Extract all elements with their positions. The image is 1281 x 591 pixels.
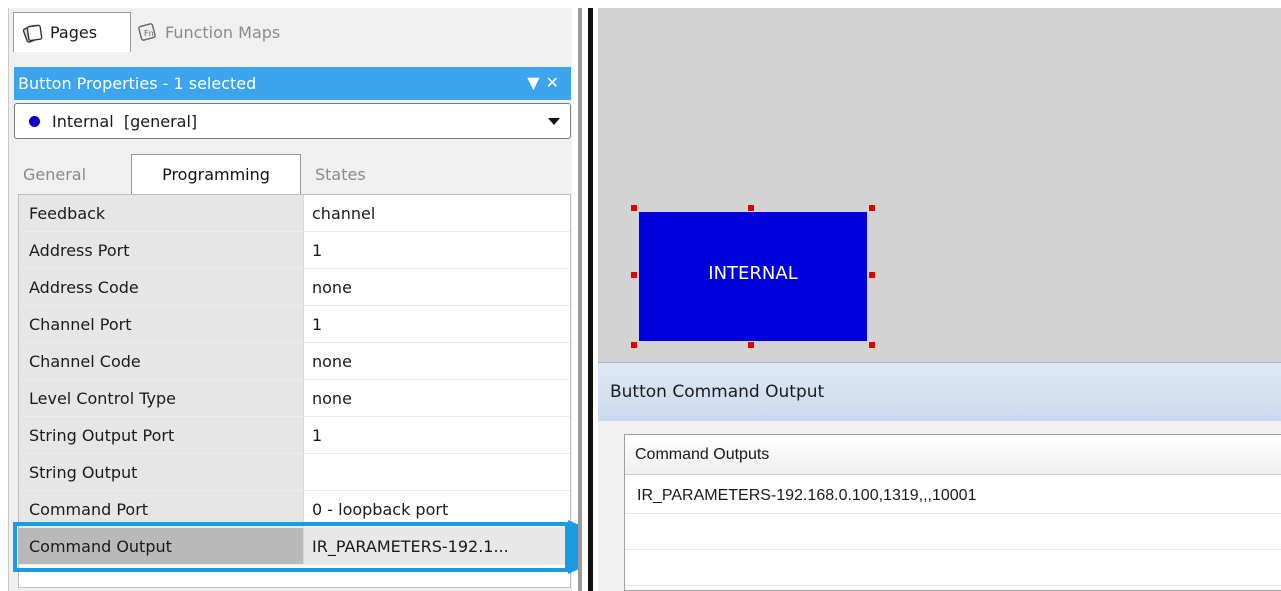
property-label: Channel Code: [19, 343, 304, 379]
resize-handle[interactable]: [631, 342, 637, 348]
resize-handle[interactable]: [869, 272, 875, 278]
tab-general-label: General: [23, 164, 87, 184]
property-row[interactable]: Address Port 1: [19, 232, 570, 269]
resize-handle[interactable]: [631, 272, 637, 278]
tab-general[interactable]: General: [23, 156, 123, 192]
panel-menu-icon[interactable]: ▼: [527, 73, 545, 92]
selector-value: Internal [general]: [52, 111, 198, 131]
property-label: Address Code: [19, 269, 304, 305]
property-value[interactable]: [304, 454, 570, 490]
resize-handle[interactable]: [869, 342, 875, 348]
property-label: String Output: [19, 454, 304, 490]
properties-panel: Pages Fn Function Maps Button Properties…: [8, 8, 572, 591]
tab-pages-label: Pages: [50, 23, 98, 42]
list-header-label: Command Outputs: [635, 445, 770, 463]
status-dot-icon: [29, 115, 40, 127]
panel-splitter[interactable]: [578, 8, 598, 591]
internal-button[interactable]: INTERNAL: [639, 212, 867, 341]
dialog-title-bar[interactable]: Button Command Output: [598, 363, 1281, 421]
resize-handle[interactable]: [869, 205, 875, 211]
list-item[interactable]: [625, 515, 1281, 550]
property-value[interactable]: 1: [304, 306, 570, 342]
property-value[interactable]: none: [304, 380, 570, 416]
property-value[interactable]: none: [304, 343, 570, 379]
property-value[interactable]: channel: [304, 195, 570, 231]
internal-button-label: INTERNAL: [708, 263, 798, 284]
list-item-text: IR_PARAMETERS-192.168.0.100,1319,,,10001: [637, 487, 977, 504]
tab-states-label: States: [315, 164, 366, 184]
resize-handle[interactable]: [631, 205, 637, 211]
list-item[interactable]: [625, 551, 1281, 586]
panel-title: Button Properties - 1 selected: [18, 74, 257, 93]
property-value[interactable]: 1: [304, 417, 570, 453]
property-row[interactable]: Level Control Type none: [19, 380, 570, 417]
svg-text:Fn: Fn: [144, 29, 154, 38]
property-row[interactable]: String Output: [19, 454, 570, 491]
panel-title-bar: Button Properties - 1 selected ▼✕: [14, 67, 571, 100]
close-icon[interactable]: ✕: [546, 73, 565, 92]
property-row[interactable]: Channel Code none: [19, 343, 570, 380]
property-row[interactable]: Address Code none: [19, 269, 570, 306]
property-label: String Output Port: [19, 417, 304, 453]
tab-pages[interactable]: Pages: [13, 12, 131, 52]
property-label: Feedback: [19, 195, 304, 231]
property-row[interactable]: Feedback channel: [19, 195, 570, 232]
resize-handle[interactable]: [748, 205, 754, 211]
highlight-frame: [13, 522, 569, 572]
resize-handle[interactable]: [748, 342, 754, 348]
tab-states[interactable]: States: [315, 156, 395, 192]
chevron-down-icon[interactable]: [548, 118, 560, 125]
button-selector[interactable]: Internal [general]: [14, 103, 571, 139]
list-header[interactable]: Command Outputs: [625, 435, 1281, 475]
tab-programming[interactable]: Programming: [131, 154, 301, 194]
property-row[interactable]: String Output Port 1: [19, 417, 570, 454]
list-item[interactable]: IR_PARAMETERS-192.168.0.100,1319,,,10001: [625, 479, 1281, 514]
pages-icon: [22, 22, 44, 44]
tab-function-maps-label: Function Maps: [165, 22, 281, 42]
tab-programming-label: Programming: [162, 165, 270, 184]
property-label: Address Port: [19, 232, 304, 268]
function-maps-icon: Fn: [137, 21, 159, 43]
property-label: Level Control Type: [19, 380, 304, 416]
property-row[interactable]: Channel Port 1: [19, 306, 570, 343]
dialog-title: Button Command Output: [610, 382, 825, 402]
property-value[interactable]: 1: [304, 232, 570, 268]
tab-function-maps[interactable]: Fn Function Maps: [133, 12, 333, 52]
property-label: Channel Port: [19, 306, 304, 342]
property-value[interactable]: none: [304, 269, 570, 305]
